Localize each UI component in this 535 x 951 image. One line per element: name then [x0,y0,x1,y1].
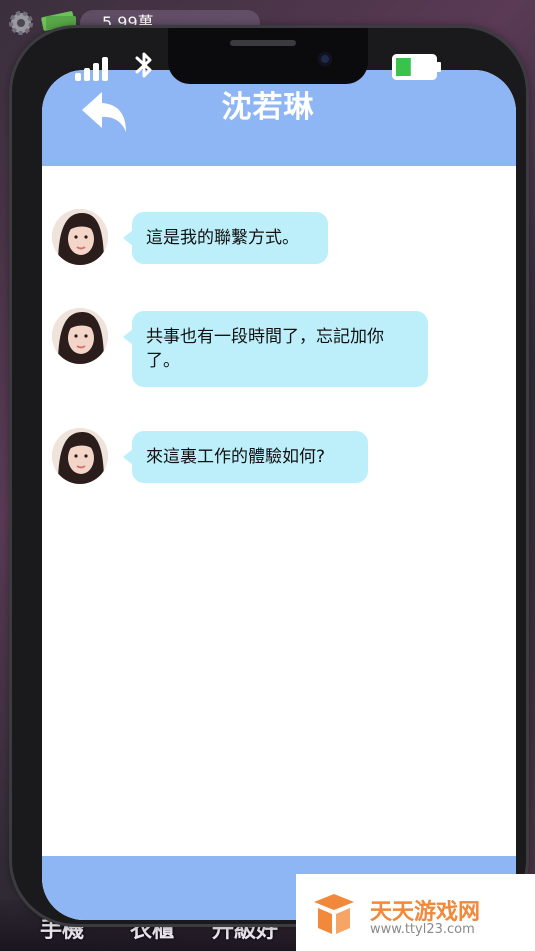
avatar [52,428,108,484]
watermark: 天天游戏网 www.ttyl23.com [296,874,535,951]
contact-name: 沈若琳 [221,90,315,125]
back-arrow-icon[interactable] [80,88,130,134]
phone-screen: 這是我的聯繫方式。 共事也有一段時間了，忘記加你了。 來這裏工作的體驗如何? [42,70,516,920]
avatar [52,209,108,265]
message-bubble: 共事也有一段時間了，忘記加你了。 [123,311,428,387]
avatar [52,308,108,364]
message-bubble: 這是我的聯繫方式。 [123,212,328,264]
signal-icon [75,57,108,81]
bluetooth-icon [135,52,152,78]
battery-icon [392,54,441,80]
speaker [230,40,296,46]
camera-icon [318,52,332,66]
message-bubble: 來這裏工作的體驗如何? [123,431,368,483]
phone-notch [168,28,368,84]
gear-icon[interactable] [6,8,36,38]
phone-frame: 這是我的聯繫方式。 共事也有一段時間了，忘記加你了。 來這裏工作的體驗如何? [12,28,526,924]
watermark-url: www.ttyl23.com [370,922,475,937]
watermark-logo [314,894,354,934]
